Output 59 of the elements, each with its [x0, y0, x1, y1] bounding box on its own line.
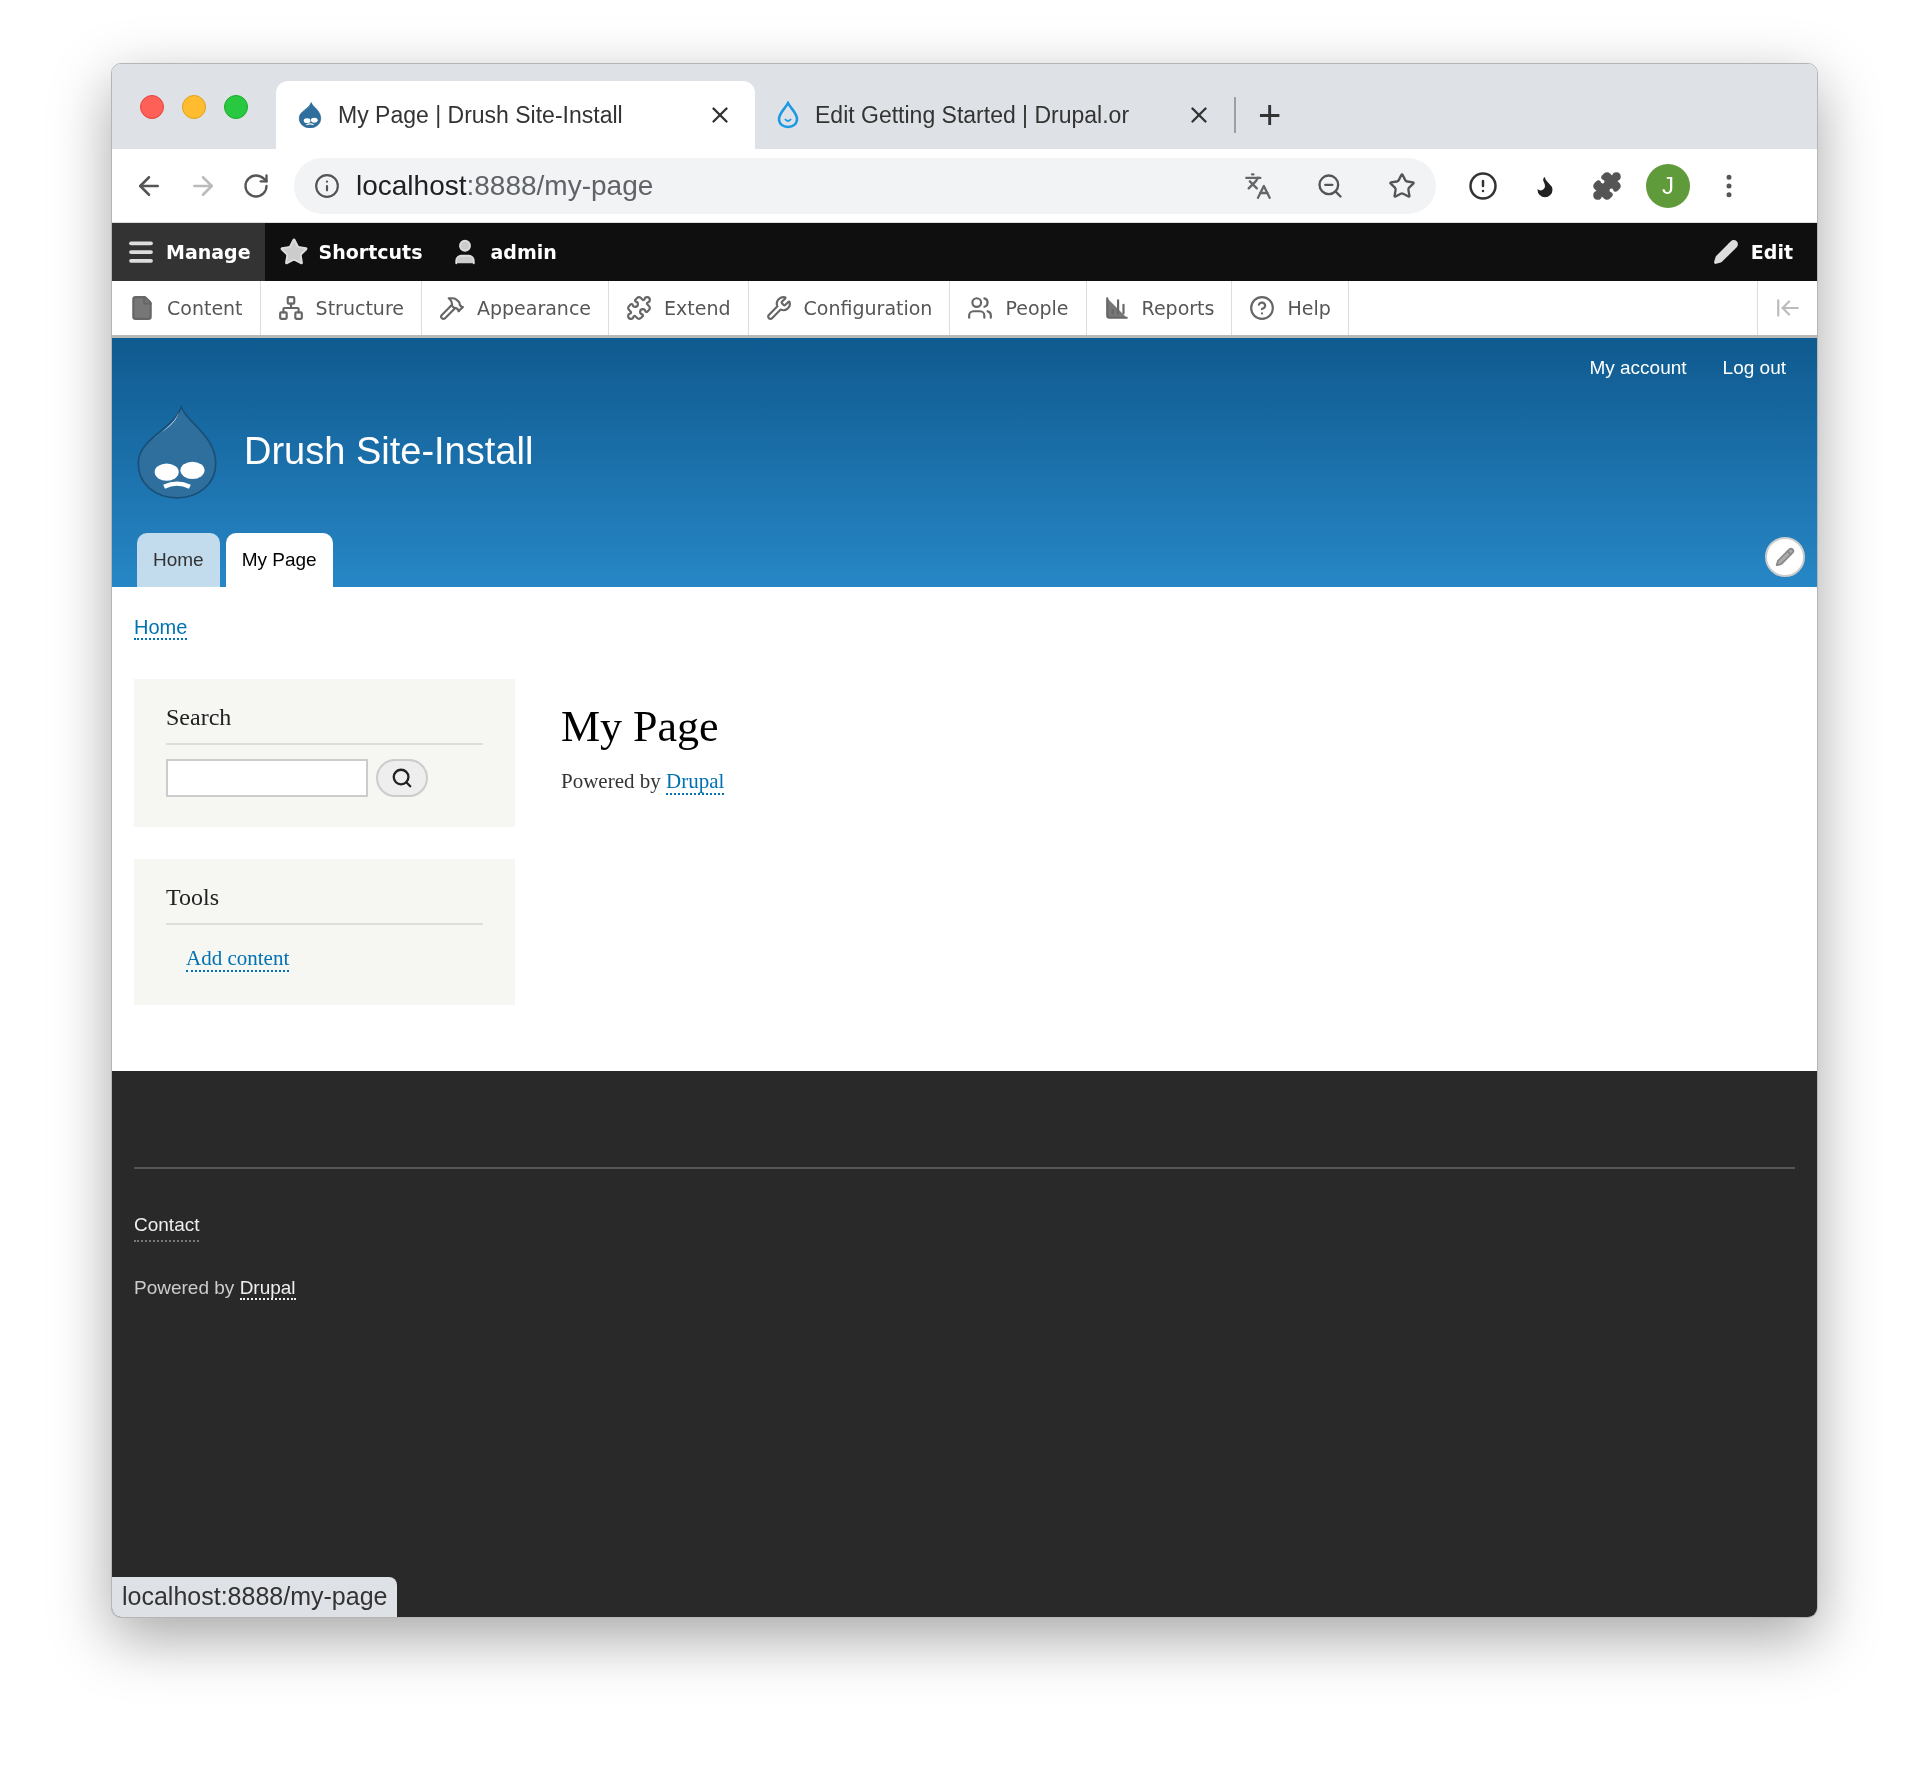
powered-by-text: Powered by Drupal [561, 768, 725, 797]
footer-powered-text: Powered by Drupal [134, 1275, 297, 1302]
people-icon [967, 295, 994, 321]
url-text: localhost:8888/my-page [356, 168, 655, 203]
block-title: Search [166, 704, 232, 730]
puzzle-icon [626, 295, 653, 321]
tray-menu-item[interactable]: Structure [260, 281, 422, 335]
toolbar-tab[interactable]: Shortcuts [264, 223, 437, 281]
pencil-icon [1775, 547, 1795, 567]
tray-menu-item[interactable]: Reports [1086, 281, 1233, 335]
search-field[interactable] [166, 759, 368, 797]
search-button[interactable] [376, 759, 428, 797]
extension-icon[interactable] [1468, 170, 1498, 201]
status-bar: localhost:8888/my-page [112, 1577, 398, 1617]
toolbar-tab[interactable]: Manage [112, 223, 265, 281]
new-tab-button[interactable]: + [1258, 95, 1282, 135]
bookmark-star-icon[interactable] [1388, 171, 1416, 200]
drupal-link[interactable]: Drupal [666, 769, 725, 795]
tab-title: My Page | Drush Site-Install [338, 100, 624, 130]
edit-button[interactable]: Edit [1688, 223, 1817, 281]
tab-title: Edit Getting Started | Drupal.or [815, 100, 1131, 130]
sitemap-icon [277, 295, 304, 321]
close-window-button[interactable] [140, 94, 164, 119]
drop-icon [777, 101, 799, 129]
help-icon [1249, 295, 1276, 321]
page-title: My Page [561, 701, 720, 753]
extensions-icon[interactable] [1592, 170, 1622, 201]
page-tab[interactable]: Home [137, 533, 220, 587]
reload-icon[interactable] [242, 171, 270, 200]
breadcrumb-link[interactable]: Home [134, 616, 188, 640]
document-icon [129, 295, 155, 321]
wrench-icon [765, 295, 792, 321]
footer-drupal-link[interactable]: Drupal [239, 1276, 296, 1300]
drop-icon [298, 101, 322, 129]
info-icon[interactable] [314, 172, 340, 199]
tray-menu-item[interactable]: Content [112, 281, 261, 335]
hammer-icon [438, 295, 465, 321]
tray-menu-item[interactable]: Help [1232, 281, 1349, 335]
bar-chart-icon [1103, 295, 1130, 321]
translate-icon[interactable] [1244, 171, 1272, 200]
tray-menu-item[interactable]: Extend [609, 281, 749, 335]
block-title: Tools [166, 884, 219, 910]
tools-link[interactable]: Add content [186, 946, 290, 972]
site-name[interactable]: Drush Site-Install [244, 423, 534, 481]
user-link[interactable]: My account [1589, 354, 1687, 383]
zoom-out-icon[interactable] [1316, 171, 1344, 200]
pencil-icon [1712, 239, 1739, 265]
browser-tab[interactable]: My Page | Drush Site-Install [276, 81, 755, 149]
star-icon [278, 237, 309, 267]
toolbar-tab[interactable]: admin [436, 223, 571, 281]
footer-link[interactable]: Contact [134, 1211, 200, 1242]
user-link[interactable]: Log out [1722, 354, 1786, 383]
tray-menu-item[interactable]: Configuration [748, 281, 951, 335]
edit-pencil-button[interactable] [1765, 537, 1805, 577]
search-icon [391, 767, 413, 789]
address-bar[interactable]: localhost:8888/my-page [294, 157, 1436, 214]
tray-menu-item[interactable]: Appearance [421, 281, 610, 335]
page-tab[interactable]: My Page [225, 533, 333, 587]
tray-menu-item[interactable]: People [950, 281, 1087, 335]
